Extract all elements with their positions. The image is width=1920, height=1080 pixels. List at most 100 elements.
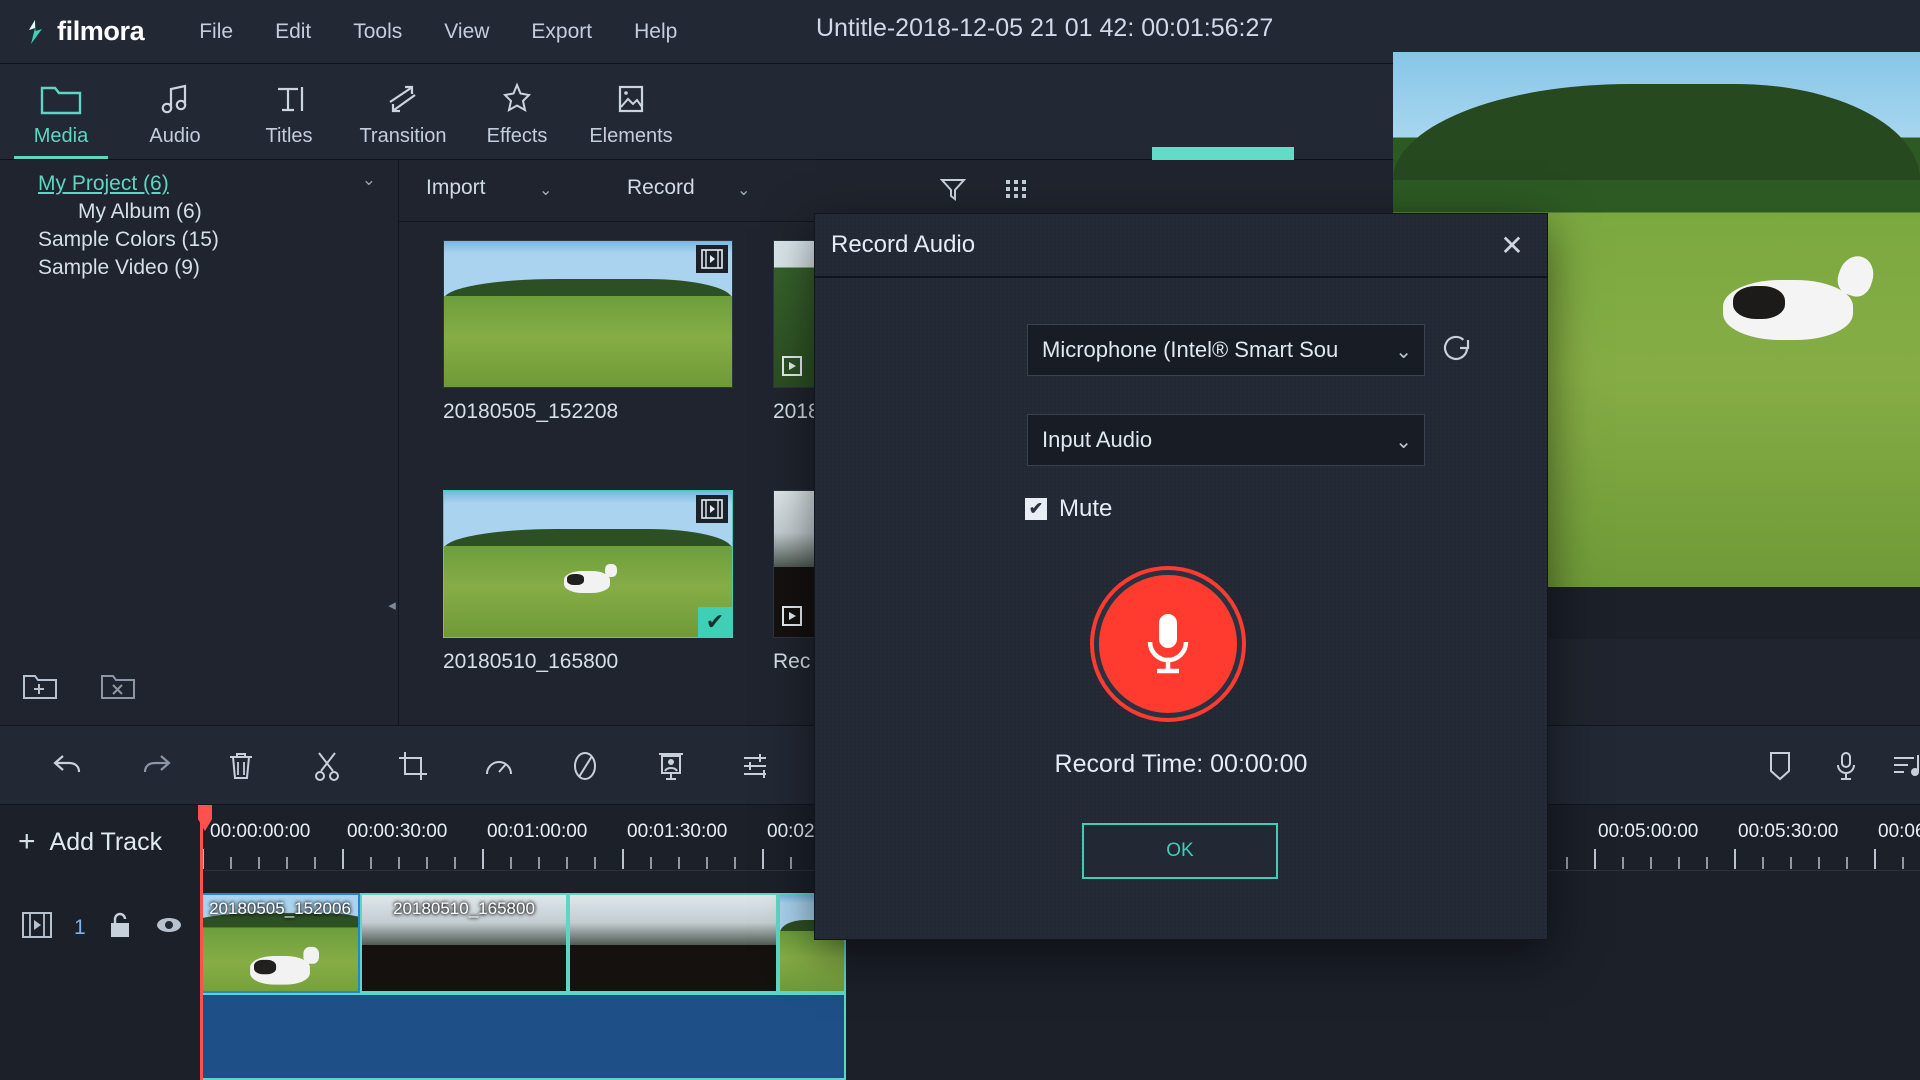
tree-item-my-project[interactable]: My Project (6) [38, 170, 398, 198]
tab-elements[interactable]: Elements [574, 64, 688, 159]
media-thumbnail[interactable]: ✔ [443, 490, 733, 638]
device-select[interactable]: Microphone (Intel® Smart Sou ⌄ [1027, 324, 1425, 376]
ruler-tick-label: 00:00:00:00 [210, 821, 311, 842]
refresh-icon[interactable] [1438, 330, 1474, 366]
image-icon [574, 76, 688, 122]
tab-media[interactable]: Media [4, 64, 118, 159]
tab-effects[interactable]: Effects [460, 64, 574, 159]
tab-audio[interactable]: Audio [118, 64, 232, 159]
tab-elements-label: Elements [589, 125, 673, 147]
marker-shield-icon[interactable] [1758, 744, 1802, 788]
record-button-large[interactable] [1094, 570, 1242, 718]
audio-mixer-icon[interactable] [1886, 744, 1920, 788]
chevron-down-icon[interactable]: ⌄ [1395, 429, 1412, 454]
media-thumbnail[interactable] [443, 240, 733, 388]
import-button[interactable]: Import [426, 176, 486, 200]
crop-icon[interactable] [391, 744, 435, 788]
redo-icon[interactable] [133, 744, 177, 788]
app-name: filmora [57, 16, 145, 46]
mute-checkbox[interactable]: ✔ Mute [1025, 495, 1112, 523]
film-strip-icon [696, 245, 728, 273]
chevron-down-icon[interactable]: ⌄ [362, 170, 376, 190]
ruler-tick-label: 00:05:30:00 [1738, 821, 1839, 842]
menu-tools[interactable]: Tools [332, 20, 423, 44]
tab-titles[interactable]: Titles [232, 64, 346, 159]
menu-view[interactable]: View [423, 20, 510, 44]
timeline-clip[interactable] [568, 893, 778, 993]
tab-titles-label: Titles [265, 125, 313, 147]
film-strip-icon [22, 912, 52, 943]
device-select-value: Microphone (Intel® Smart Sou [1042, 337, 1339, 362]
plus-icon: + [18, 825, 36, 858]
color-palette-icon[interactable] [563, 744, 607, 788]
selected-check-icon: ✔ [698, 607, 732, 637]
scissors-icon[interactable] [305, 744, 349, 788]
track-number: 1 [74, 915, 86, 939]
tab-effects-label: Effects [486, 125, 548, 147]
dialog-header-divider [815, 276, 1547, 278]
speedometer-icon[interactable] [477, 744, 521, 788]
play-icon [778, 353, 810, 383]
project-title: Untitle-2018-12-05 21 01 42: 00:01:56:27 [816, 14, 1274, 42]
input-select[interactable]: Input Audio ⌄ [1027, 414, 1425, 466]
menu-export[interactable]: Export [510, 20, 613, 44]
unlock-icon[interactable] [108, 911, 132, 944]
tree-item-my-album[interactable]: My Album (6) [78, 198, 398, 226]
grid-view-icon[interactable] [1002, 175, 1030, 208]
ruler-tick-label: 00:05:00:00 [1598, 821, 1699, 842]
delete-folder-icon[interactable] [100, 671, 136, 706]
sliders-icon[interactable] [735, 744, 779, 788]
trash-icon[interactable] [219, 744, 263, 788]
import-chevron-down-icon[interactable]: ⌄ [539, 180, 552, 200]
menu-edit[interactable]: Edit [254, 20, 332, 44]
transition-icon [346, 76, 460, 122]
microphone-icon[interactable] [1824, 744, 1868, 788]
media-item-label: 20180505_152208 [443, 400, 619, 423]
timeline-audio-track[interactable] [200, 993, 846, 1080]
record-chevron-down-icon[interactable]: ⌄ [737, 180, 750, 200]
new-folder-icon[interactable] [22, 671, 58, 706]
green-screen-icon[interactable] [649, 744, 693, 788]
ok-button[interactable]: OK [1082, 823, 1278, 879]
dialog-title: Record Audio [831, 231, 976, 258]
playhead[interactable] [200, 805, 203, 1080]
collapse-left-icon[interactable]: ◂ [385, 595, 399, 617]
timeline-clip[interactable]: 20180510_165800 [360, 893, 568, 993]
media-item[interactable]: 20180505_152208 [443, 240, 733, 424]
microphone-record-icon [1136, 606, 1200, 683]
menu-file[interactable]: File [178, 20, 254, 44]
tab-media-label: Media [33, 125, 89, 147]
track-header: 1 [0, 871, 200, 1080]
menu-help[interactable]: Help [613, 20, 698, 44]
chevron-down-icon[interactable]: ⌄ [1395, 339, 1412, 364]
tab-transition[interactable]: Transition [346, 64, 460, 159]
app-logo: filmora [22, 16, 145, 47]
input-select-value: Input Audio [1042, 427, 1153, 452]
ruler-tick-label: 00:00:30:00 [347, 821, 448, 842]
tree-item-sample-colors[interactable]: Sample Colors (15) [38, 226, 398, 254]
undo-icon[interactable] [47, 744, 91, 788]
media-item-label: 20180510_165800 [443, 650, 619, 673]
ruler-tick-label: 00:06 [1878, 821, 1920, 842]
add-track-label: Add Track [49, 827, 163, 856]
folder-icon [4, 76, 118, 122]
filter-funnel-icon[interactable] [939, 175, 967, 208]
play-icon [778, 603, 810, 633]
tree-item-sample-video[interactable]: Sample Video (9) [38, 254, 398, 282]
record-button[interactable]: Record [627, 176, 695, 200]
music-note-icon [118, 76, 232, 122]
tab-transition-label: Transition [359, 125, 447, 147]
mute-label: Mute [1059, 495, 1113, 522]
media-item[interactable]: ✔ 20180510_165800 [443, 490, 733, 674]
close-icon[interactable]: ✕ [1495, 228, 1529, 262]
preview-subject [1723, 280, 1853, 340]
film-strip-icon [696, 495, 728, 523]
add-track-button[interactable]: + Add Track [18, 825, 162, 859]
clip-label: 20180510_165800 [393, 899, 535, 918]
record-time-label: Record Time: 00:00:00 [1054, 750, 1308, 778]
timeline-clip[interactable]: 20180505_152006 [200, 893, 360, 993]
text-t-icon [232, 76, 346, 122]
ruler-tick-label: 00:01:30:00 [627, 821, 728, 842]
eye-icon[interactable] [154, 914, 184, 941]
library-tree-footer [0, 651, 399, 725]
